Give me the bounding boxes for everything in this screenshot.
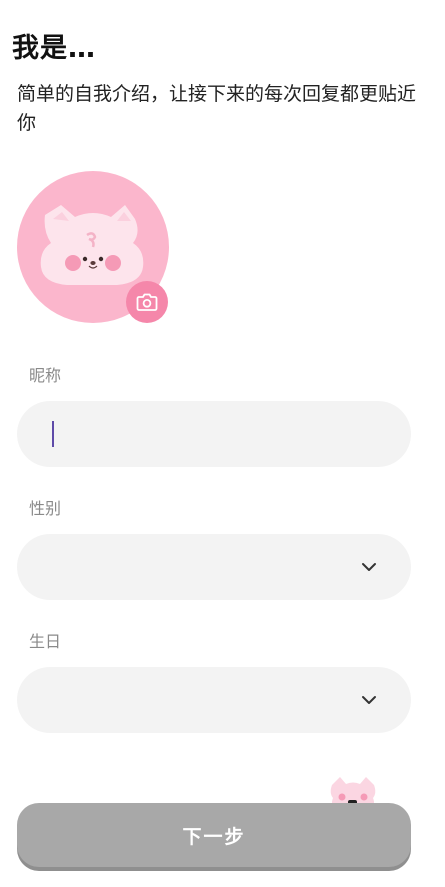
chevron-down-icon	[362, 696, 376, 704]
nickname-field[interactable]	[17, 401, 411, 467]
nickname-label: 昵称	[29, 366, 62, 385]
gender-select[interactable]	[17, 534, 411, 600]
change-avatar-button[interactable]	[126, 281, 168, 323]
gender-label: 性别	[29, 499, 62, 518]
avatar-section[interactable]	[17, 171, 169, 323]
page-title: 我是…	[12, 33, 96, 64]
chevron-down-icon	[362, 563, 376, 571]
birthday-select[interactable]	[17, 667, 411, 733]
birthday-label: 生日	[29, 632, 62, 651]
camera-icon	[136, 293, 158, 311]
text-caret	[52, 421, 54, 447]
page-subtitle: 简单的自我介绍，让接下来的每次回复都更贴近你	[17, 83, 417, 134]
next-step-button[interactable]: 下一步	[17, 803, 411, 867]
nickname-input[interactable]	[17, 401, 411, 467]
